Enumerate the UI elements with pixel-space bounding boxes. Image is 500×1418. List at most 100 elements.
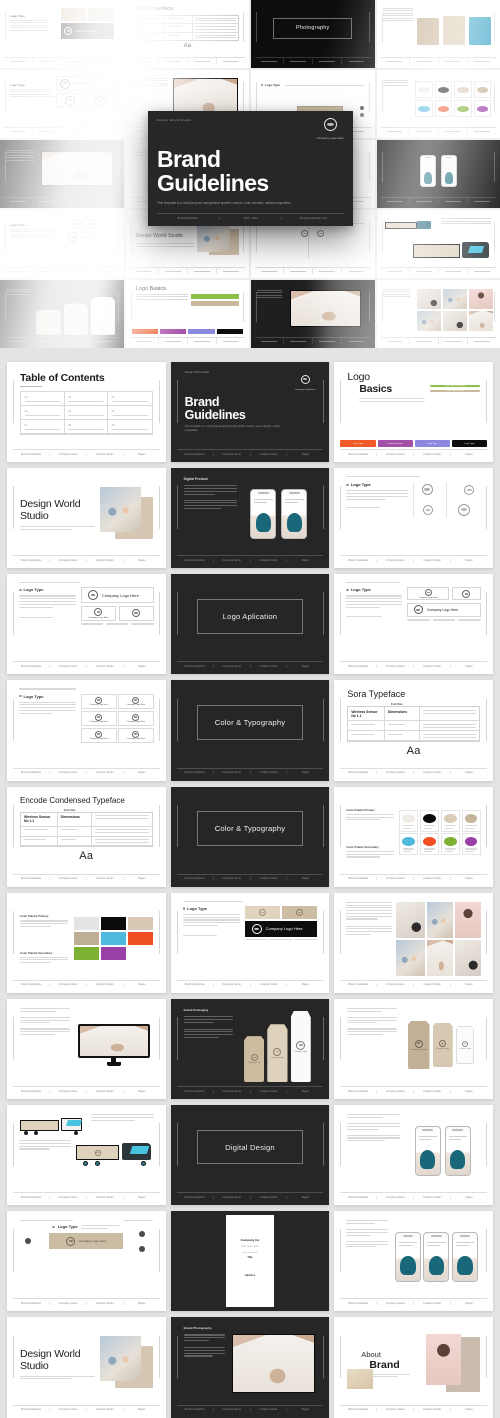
logo-basics-swatch[interactable]: Logo Type [340,440,375,447]
divider-title: Digital Design [225,1143,275,1152]
logo-basics-swatch[interactable]: Logo Type [415,440,450,447]
cover-eyebrow: Design World Studio [185,371,209,374]
slide-packaging-dark[interactable]: Brand Packaging Company Logo Company Log… [171,999,330,1099]
slide-logo-application-divider[interactable]: Logo Aplication Brand GuidelinesCompany … [171,574,330,674]
hero-tile-ellipses[interactable] [377,70,500,138]
hero-tile-truck[interactable] [377,210,500,278]
slide-phones-two-light[interactable]: Brand GuidelinesCompany NameCreative Stu… [334,1105,493,1205]
slide-vehicle-branding[interactable]: Brand GuidelinesCompany NameCreative Stu… [7,1105,166,1205]
toc-item: 02 [65,392,109,406]
color-block[interactable] [101,932,126,945]
hero-card-footer: Brand Guidelines 2021 - 2022 designworld… [157,213,344,220]
slide-about-brand[interactable]: About Brand Brand GuidelinesCompany Name… [334,1317,493,1417]
hero-tile-pouches[interactable] [0,280,124,348]
phones-heading: Digital Product [184,477,237,481]
slide-title: Table of Contents [20,372,153,384]
slide-cover[interactable]: Design World Studio Company Logo Here Br… [171,362,330,462]
slide-photography-collage[interactable]: Brand GuidelinesCompany NameCreative Stu… [334,893,493,993]
cover-logo: Company Logo Here [295,371,315,391]
color-block[interactable] [101,917,126,930]
slide-table-of-contents[interactable]: Table of Contents 01 02 03 04 05 06 07 0… [7,362,166,462]
slide-logo-stationery[interactable]: Logo Type Company Logo Here [171,893,330,993]
slide-logo-grid-light[interactable]: Logo Type Brand GuidelinesCompany NameCr… [334,468,493,568]
about-title-line1: Design World [20,498,95,510]
slide-encode-condensed-typeface[interactable]: Encode Condensed Typeface Font Size Wire… [7,787,166,887]
slide-sora-typeface[interactable]: Sora Typeface Font Size Wireless Sensor … [334,680,493,780]
slide-grid: Table of Contents 01 02 03 04 05 06 07 0… [7,362,493,1418]
hero-tile-typeface[interactable]: Sora Typeface Aa [126,0,250,68]
logo-label: Logo Type [58,1224,78,1229]
logo-basics-swatch[interactable]: Logo Type Secondary [430,385,480,387]
slide-color-blocks[interactable]: Color Palette Primary Color Palette Seco… [7,893,166,993]
slide-color-typography-divider-2[interactable]: Color & Typography Brand GuidelinesCompa… [171,787,330,887]
color-swatch[interactable] [399,833,418,855]
color-swatch[interactable] [420,833,439,855]
toc-item: 01 [21,392,65,406]
toc-item: 06 [108,406,152,420]
color-swatch[interactable] [441,810,460,832]
slide-logo-placement[interactable]: Logo Type Company Logo Here Brand Guidel… [7,1211,166,1311]
color-swatch[interactable] [462,833,481,855]
hero-subtitle: This template is a multi-purpose and gen… [157,201,303,206]
slide-logo-basics[interactable]: Logo Basics Logo Type Secondary Logo Typ… [334,362,493,462]
logo-basics-swatch[interactable]: Logo Type Primary [430,390,480,392]
typeface-title: Sora Typeface [347,689,480,699]
slide-design-world-studio-2[interactable]: Design World Studio Brand GuidelinesComp… [7,1317,166,1417]
hero-tile-collage[interactable] [377,280,500,348]
logo-placement-card: Company Logo Here [49,1233,123,1249]
preview-canvas: Logo Type Company Logo Here [0,0,500,1329]
slide-phones-three-light[interactable]: Brand GuidelinesCompany NameCreative Stu… [334,1211,493,1311]
toc-item: 08 [65,420,109,434]
slide-color-typography-divider-1[interactable]: Color & Typography Brand GuidelinesCompa… [171,680,330,780]
color-block[interactable] [74,917,99,930]
color-swatch[interactable] [420,810,439,832]
color-swatch[interactable] [462,810,481,832]
slide-logo-type-boxes[interactable]: Logo Type Company Logo Here Company Logo… [7,574,166,674]
color-block[interactable] [128,917,153,930]
toc-table: 01 02 03 04 05 06 07 08 09 [20,391,153,435]
hero-tile-logotype-3[interactable]: Logo Type Company Logo Here [0,210,124,278]
hero-tile-label: Photography [296,25,329,31]
hero-tile-photo-rack-dark[interactable] [251,280,375,348]
color-block[interactable] [74,947,99,960]
hero-mosaic: Logo Type Company Logo Here [0,0,500,348]
color-block[interactable] [74,932,99,945]
hero-footer-item: 2021 - 2022 [220,217,283,220]
phone-mockup [423,1232,449,1282]
slide-design-world-studio-1[interactable]: Design World Studio Brand GuidelinesComp… [7,468,166,568]
logo-label: Logo Type [24,587,44,592]
logo-basics-title-bottom: Basics [359,383,424,395]
hero-tile-label: Logo Type [10,223,53,227]
slide-logo-application-light[interactable]: Logo Type Company Logo Here Company Logo… [334,574,493,674]
hero-tile-logotype[interactable]: Logo Type Company Logo Here [0,0,124,68]
phone-mockup [395,1232,421,1282]
slide-monitor-mockup[interactable]: Brand GuidelinesCompany NameCreative Stu… [7,999,166,1099]
slide-digital-design-divider[interactable]: Digital Design Brand GuidelinesCompany N… [171,1105,330,1205]
slide-packaging-light[interactable]: Company Logo Here Company Logo Company L… [334,999,493,1099]
about-title-line2: Studio [20,510,95,522]
hero-tile-photography[interactable]: Photography [251,0,375,68]
divider-title: Logo Aplication [223,612,278,621]
slide-color-ellipses[interactable]: Color Palette Primary Color Palette Seco… [334,787,493,887]
logo-basics-swatch[interactable]: Company Name [378,440,413,447]
hero-tile-monitor-dark[interactable] [0,140,124,208]
color-swatch[interactable] [399,810,418,832]
logo-label: Logo Type [351,482,371,487]
color-block[interactable] [128,932,153,945]
color-block[interactable] [101,947,126,960]
cover-title-line2: Guidelines [185,409,316,422]
slide-mobile-app-dark[interactable]: Digital Product Brand GuidelinesCompany … [171,468,330,568]
hero-tile-phones-dark[interactable] [377,140,500,208]
hero-tile-bags[interactable] [377,0,500,68]
logo-label: Logo Type [187,906,207,911]
slide-logo-six-grid[interactable]: Logo Type Company Logo Here Company Logo… [7,680,166,780]
color-swatch[interactable] [441,833,460,855]
toc-item: 04 [21,406,65,420]
slide-poster-dark[interactable]: Company Inc EST. 2021 - 2022 Title Addre… [171,1211,330,1311]
hero-tile-logoblock[interactable]: Logo Type Company Logo Here [0,70,124,138]
slide-photo-feature-dark[interactable]: Brand Photography Brand GuidelinesCompan… [171,1317,330,1417]
logo-basics-swatch[interactable]: Logo Type [452,440,487,447]
packaging-heading: Brand Packaging [184,1008,234,1012]
hero-tile-logobasics[interactable]: Logo Basics [126,280,250,348]
hero-cover-card[interactable]: Design World Studio Company Logo Here Br… [148,111,353,226]
